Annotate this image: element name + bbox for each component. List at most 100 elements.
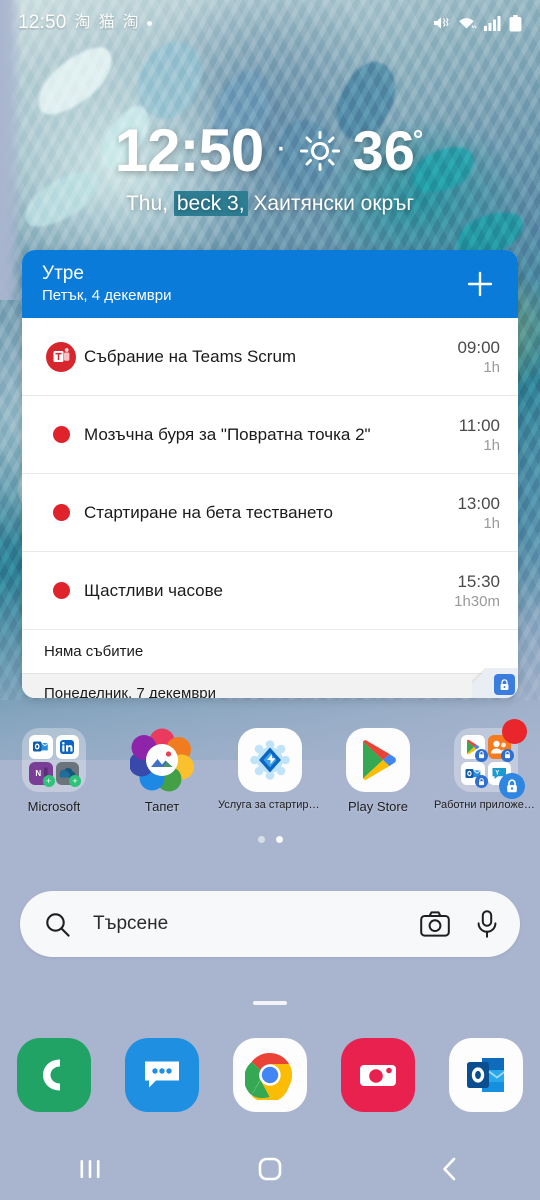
event-title: Мозъчна буря за "Повратна точка 2" <box>84 424 371 444</box>
next-day-label[interactable]: Понеделник, 7 декември <box>22 673 518 698</box>
calendar-day-subtitle: Петък, 4 декември <box>42 287 172 304</box>
event-time-group: 13:00 1h <box>457 493 500 533</box>
location-name: Хаитянски окръг <box>253 192 415 215</box>
no-event-label: Няма събитие <box>22 630 518 673</box>
svg-text:N: N <box>35 769 41 778</box>
calendar-widget-header[interactable]: Утре Петък, 4 декември <box>22 250 518 318</box>
onedrive-icon: + <box>55 761 81 787</box>
clock-date-location[interactable]: Thu, beck 3, Хаитянски окръг <box>0 190 540 218</box>
camera-icon[interactable] <box>341 1038 415 1112</box>
work-profile-lock-icon <box>499 773 525 799</box>
status-bar-right <box>433 14 522 32</box>
add-event-button[interactable] <box>460 264 500 304</box>
play-store-icon[interactable] <box>346 728 410 792</box>
event-time-group: 09:00 1h <box>457 337 500 377</box>
app-label: Microsoft <box>27 799 81 814</box>
clock-weather-widget[interactable]: 12:50 · 36° Thu, beck 3, Хаитянски окръг <box>0 118 540 218</box>
clock-time[interactable]: 12:50 <box>115 121 264 181</box>
event-time-group: 11:00 1h <box>459 415 500 455</box>
lock-icon[interactable] <box>494 674 515 695</box>
clock-weather-row: 12:50 · 36° <box>0 118 540 184</box>
app-work-apps-folder[interactable]: Y Работни приложения <box>432 719 540 838</box>
recents-button[interactable] <box>0 1157 180 1181</box>
app-drawer-handle[interactable] <box>253 1001 287 1005</box>
chrome-icon[interactable] <box>233 1038 307 1112</box>
signal-bars-icon <box>484 16 501 31</box>
microsoft-folder-icon[interactable]: N + + <box>22 728 86 792</box>
event-duration: 1h30m <box>454 592 500 610</box>
red-dot-icon <box>52 504 70 521</box>
add-badge-icon: + <box>69 775 81 787</box>
search-bar[interactable]: Търсене <box>20 891 520 957</box>
clock-temperature-group[interactable]: 36° <box>353 123 426 179</box>
work-apps-folder-icon[interactable]: Y <box>454 719 527 799</box>
event-title: Събрание на Teams Scrum <box>84 346 297 366</box>
dock-item-messages[interactable] <box>108 1036 216 1114</box>
recents-icon <box>80 1160 100 1178</box>
calendar-day-title: Утре <box>42 263 84 284</box>
search-icon[interactable] <box>44 911 71 938</box>
outlook-icon[interactable] <box>449 1038 523 1112</box>
folder-preview: N + + <box>22 728 86 792</box>
launch-service-icon[interactable] <box>238 728 302 792</box>
wallpaper-gallery-icon[interactable] <box>129 728 194 792</box>
mute-vibrate-icon <box>434 17 449 29</box>
table-row[interactable]: Мозъчна буря за "Повратна точка 2" 11:00… <box>22 396 518 474</box>
event-duration: 1h <box>483 358 500 376</box>
phone-icon[interactable] <box>17 1038 91 1112</box>
back-button[interactable] <box>360 1155 540 1183</box>
folder-preview: Y <box>454 719 527 799</box>
app-wallpaper[interactable]: Тапет <box>108 728 216 838</box>
home-icon <box>258 1157 282 1181</box>
event-title: Стартиране на бета тестването <box>84 502 333 522</box>
add-badge-icon: + <box>42 775 55 787</box>
app-play-store[interactable]: Play Store <box>324 728 432 838</box>
status-bar-left: 12:50 淘 猫 淘 <box>18 12 152 34</box>
table-row[interactable]: Щастливи часове 15:30 1h30m <box>22 552 518 630</box>
status-bar[interactable]: 12:50 淘 猫 淘 <box>0 0 540 46</box>
sun-icon[interactable] <box>299 130 341 172</box>
search-input[interactable]: Търсене <box>93 913 420 935</box>
event-start-time: 15:30 <box>457 571 500 591</box>
event-start-time: 09:00 <box>457 337 500 357</box>
generic-dot-icon <box>146 20 152 26</box>
red-dot-icon <box>52 426 70 443</box>
clock-separator: · <box>275 128 287 166</box>
event-title: Щастливи часове <box>84 580 223 600</box>
event-duration: 1h <box>483 514 500 532</box>
degree-symbol: ° <box>412 123 424 154</box>
notification-dot-icon <box>502 719 527 744</box>
dock-item-outlook[interactable] <box>432 1036 540 1114</box>
date-selected-text[interactable]: beck 3, <box>173 191 248 216</box>
camera-lens-icon[interactable] <box>420 911 450 937</box>
microphone-icon[interactable] <box>476 910 498 938</box>
app-launch-service[interactable]: Услуга за стартиране <box>216 728 324 838</box>
event-duration: 1h <box>483 436 500 454</box>
plus-icon <box>467 271 493 297</box>
tmall-icon: 猫 <box>98 14 115 31</box>
wifi-icon <box>459 18 477 29</box>
app-microsoft-folder[interactable]: N + + Microsoft <box>0 728 108 838</box>
messages-icon[interactable] <box>125 1038 199 1112</box>
taobao-icon: 淘 <box>74 14 91 31</box>
app-label: Play Store <box>348 799 408 814</box>
back-icon <box>443 1157 456 1181</box>
dock-item-camera[interactable] <box>324 1036 432 1114</box>
app-grid: N + + Microsoft Тапет Услуга за стартира… <box>0 719 540 838</box>
linkedin-icon <box>55 735 79 759</box>
event-time-group: 15:30 1h30m <box>454 571 500 611</box>
dock-item-chrome[interactable] <box>216 1036 324 1114</box>
play-store-icon <box>461 735 488 762</box>
calendar-widget[interactable]: Утре Петък, 4 декември Събрание на Teams… <box>22 250 518 698</box>
onenote-icon: N + <box>29 761 55 787</box>
event-marker <box>38 582 84 599</box>
status-bar-clock: 12:50 <box>18 12 67 33</box>
dock-item-phone[interactable] <box>0 1036 108 1114</box>
table-row[interactable]: Стартиране на бета тестването 13:00 1h <box>22 474 518 552</box>
outlook-icon <box>461 761 488 788</box>
lock-badge-icon <box>501 748 514 762</box>
table-row[interactable]: Събрание на Teams Scrum 09:00 1h <box>22 318 518 396</box>
home-button[interactable] <box>180 1155 360 1183</box>
clock-temperature: 36 <box>352 119 415 182</box>
navigation-bar <box>0 1138 540 1200</box>
